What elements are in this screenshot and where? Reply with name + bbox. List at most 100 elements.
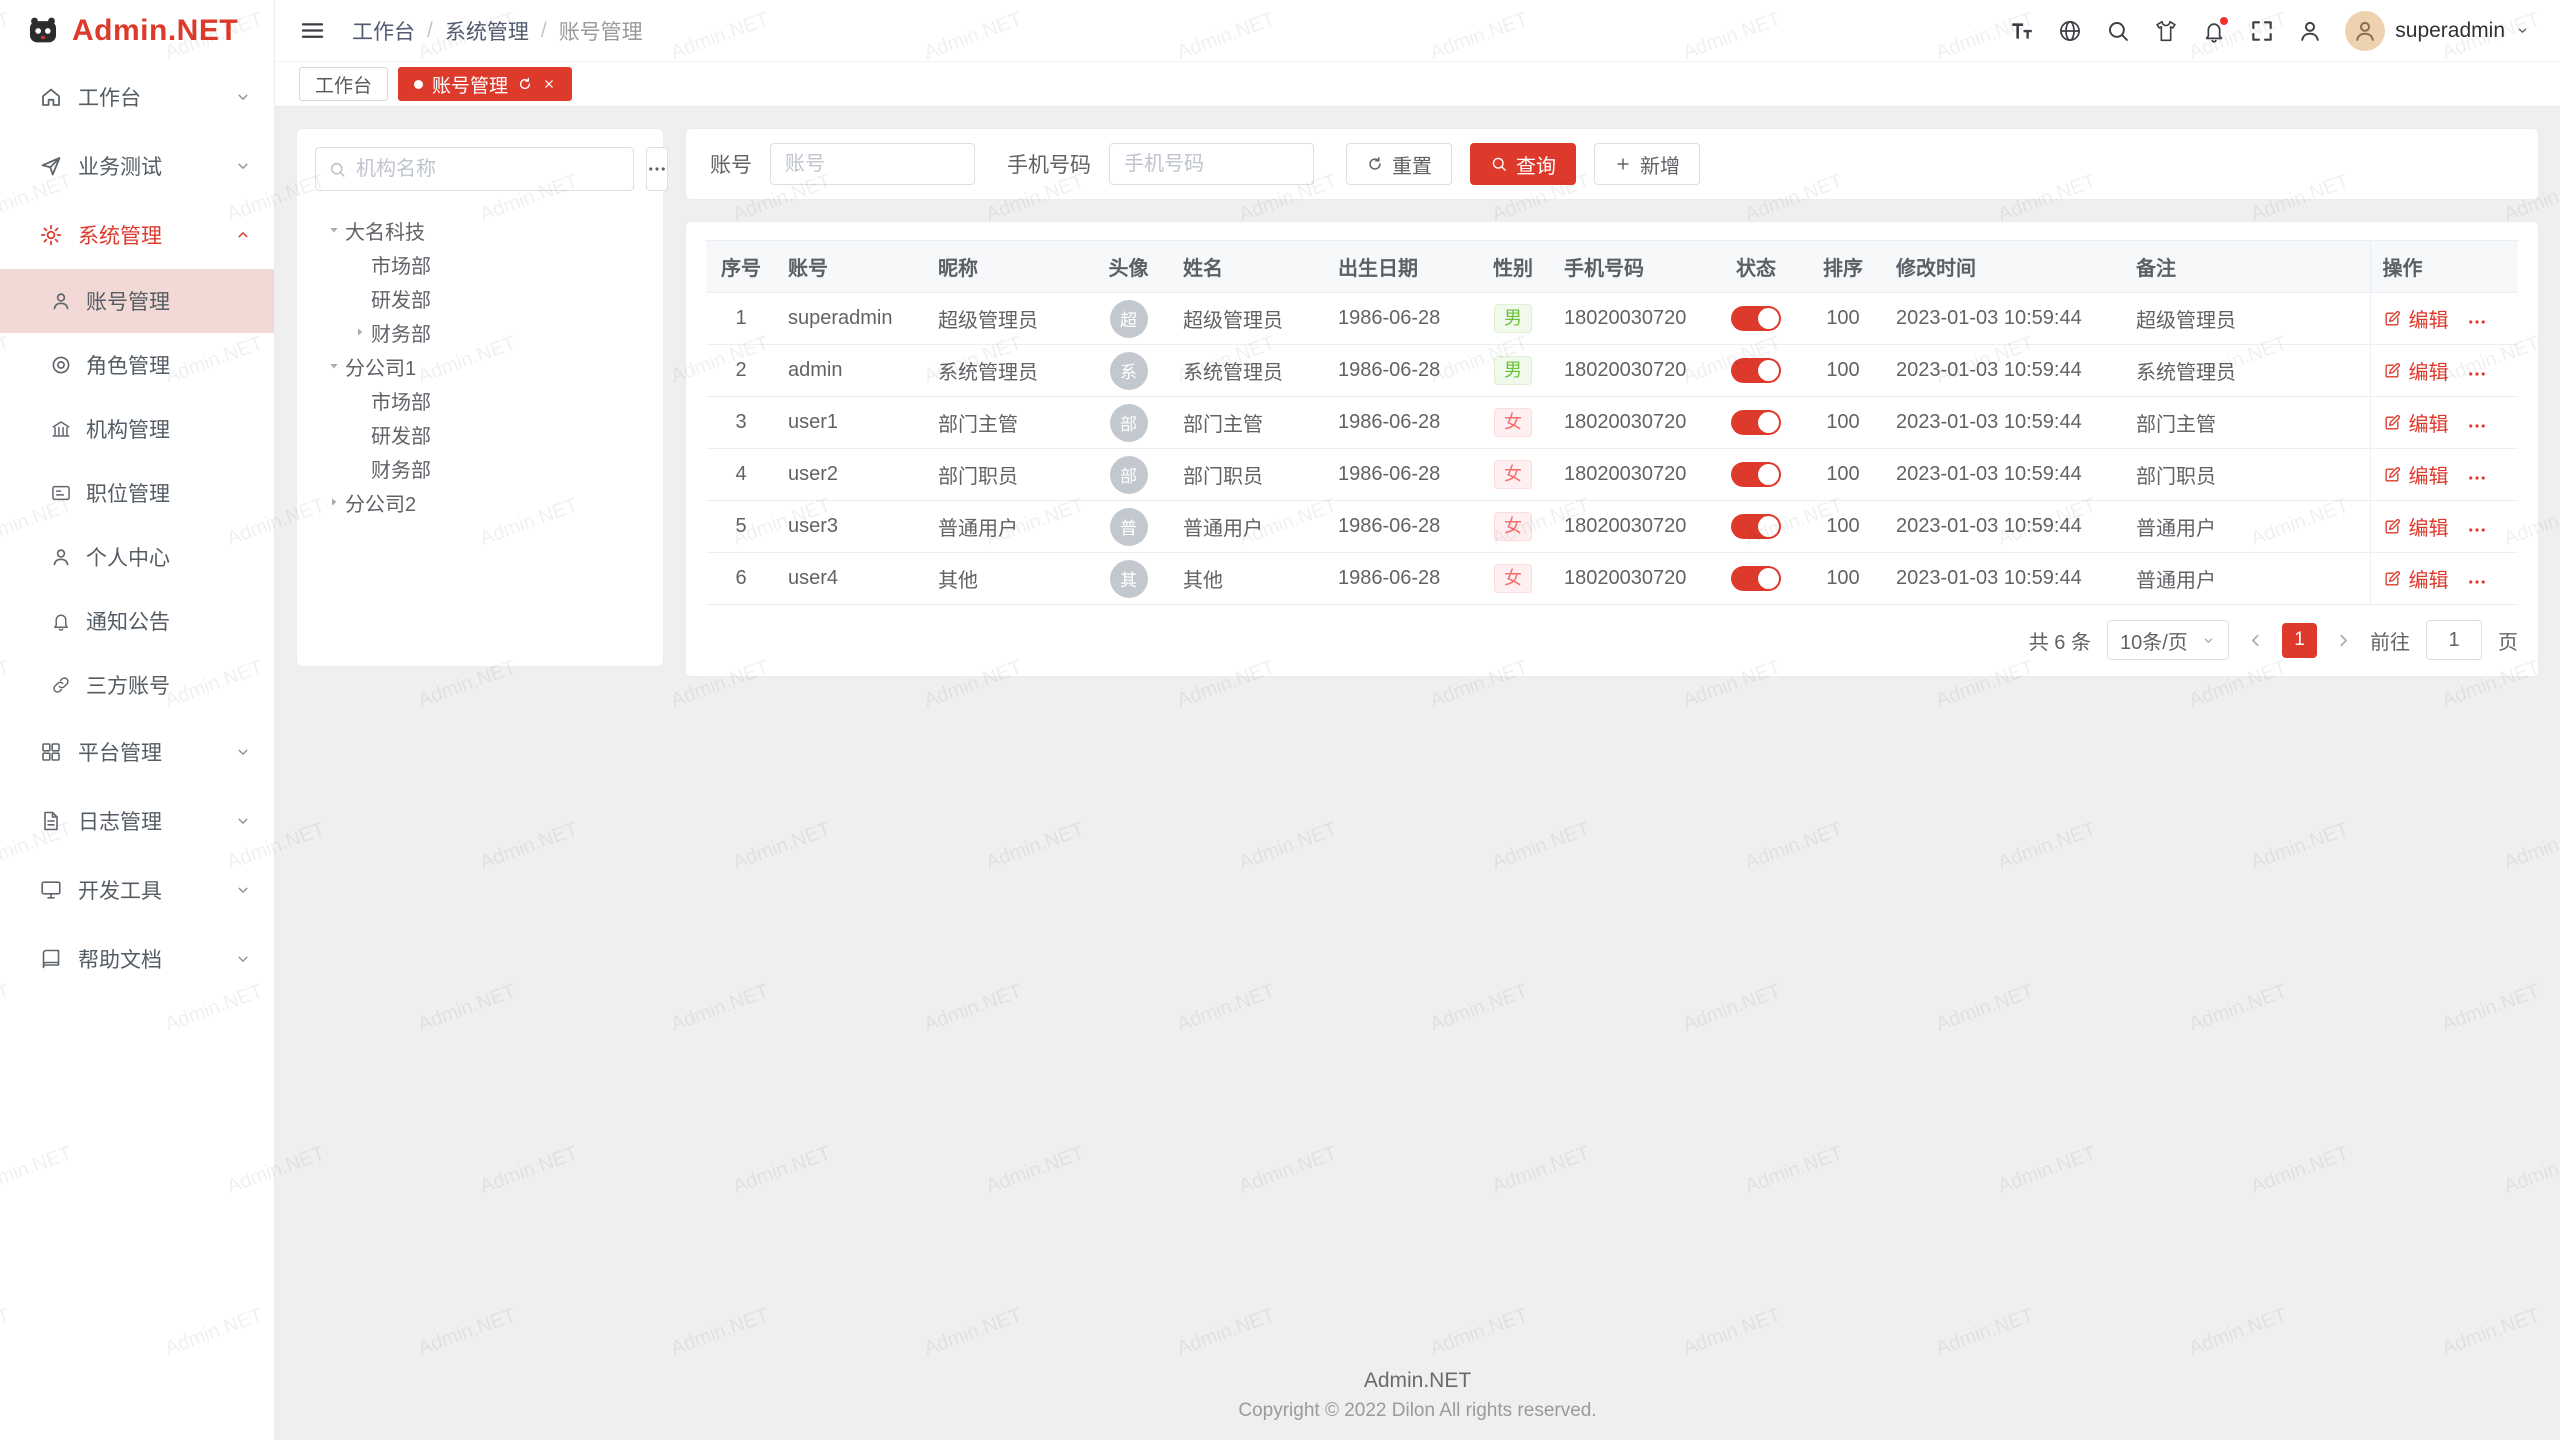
theme-icon[interactable] <box>2153 18 2179 44</box>
row-more-button[interactable] <box>2467 416 2487 436</box>
chevron-down-icon <box>234 157 252 175</box>
page-number-button[interactable]: 1 <box>2282 623 2317 658</box>
tab-workbench[interactable]: 工作台 <box>299 67 388 101</box>
sidebar-subitem[interactable]: 通知公告 <box>0 589 274 653</box>
sidebar-subitem[interactable]: 账号管理 <box>0 269 274 333</box>
sidebar-item[interactable]: 系统管理 <box>0 200 274 269</box>
page-size-select[interactable]: 10条/页 <box>2107 620 2229 660</box>
tree-node-label: 研发部 <box>371 420 431 449</box>
breadcrumb-item[interactable]: 系统管理 <box>445 16 529 46</box>
tree-node[interactable]: 财务部 <box>315 451 645 485</box>
edit-button[interactable]: 编辑 <box>2383 304 2449 333</box>
hamburger-icon[interactable] <box>299 17 326 44</box>
page-size-value: 10条/页 <box>2120 626 2188 655</box>
user-icon[interactable] <box>2297 18 2323 44</box>
tab-account-management[interactable]: 账号管理 <box>398 67 572 101</box>
row-more-button[interactable] <box>2467 312 2487 332</box>
sidebar-item-label: 系统管理 <box>78 220 234 250</box>
prev-page-button[interactable] <box>2245 630 2266 651</box>
status-toggle[interactable] <box>1731 358 1781 383</box>
sidebar-subitem[interactable]: 个人中心 <box>0 525 274 589</box>
table-row: 3 user1 部门主管 部 部门主管 1986-06-28 女 1802003… <box>706 397 2518 449</box>
row-more-button[interactable] <box>2467 364 2487 384</box>
reset-button[interactable]: 重置 <box>1346 143 1452 185</box>
sidebar-subitem[interactable]: 机构管理 <box>0 397 274 461</box>
tree-node[interactable]: 财务部 <box>315 315 645 349</box>
row-more-button[interactable] <box>2467 520 2487 540</box>
tree-node[interactable]: 市场部 <box>315 247 645 281</box>
sidebar-item[interactable]: 工作台 <box>0 62 274 131</box>
fullscreen-icon[interactable] <box>2249 18 2275 44</box>
cell-account: user1 <box>776 397 926 449</box>
sidebar-item[interactable]: 日志管理 <box>0 786 274 855</box>
edit-button[interactable]: 编辑 <box>2383 356 2449 385</box>
breadcrumb-item[interactable]: 账号管理 <box>559 16 643 46</box>
next-page-button[interactable] <box>2333 630 2354 651</box>
org-search-input[interactable] <box>356 158 621 181</box>
font-size-icon[interactable] <box>2009 18 2035 44</box>
language-icon[interactable] <box>2057 18 2083 44</box>
cell-order: 100 <box>1802 553 1884 605</box>
query-button[interactable]: 查询 <box>1470 143 1576 185</box>
notification-icon[interactable] <box>2201 18 2227 44</box>
refresh-icon[interactable] <box>517 76 533 92</box>
status-toggle[interactable] <box>1731 514 1781 539</box>
grid-icon <box>39 740 63 764</box>
sidebar-item-label: 开发工具 <box>78 875 234 905</box>
tree-node-label: 市场部 <box>371 250 431 279</box>
sidebar-item[interactable]: 开发工具 <box>0 855 274 924</box>
tree-node[interactable]: 分公司1 <box>315 349 645 383</box>
goto-page-input[interactable] <box>2426 620 2482 660</box>
user-menu[interactable]: superadmin <box>2345 11 2530 51</box>
close-icon[interactable] <box>542 77 556 91</box>
tree-more-button[interactable] <box>646 147 668 191</box>
chevron-down-icon <box>2515 23 2530 38</box>
cell-modified: 2023-01-03 10:59:44 <box>1884 501 2124 553</box>
edit-button[interactable]: 编辑 <box>2383 460 2449 489</box>
tree-node[interactable]: 研发部 <box>315 281 645 315</box>
table-row: 4 user2 部门职员 部 部门职员 1986-06-28 女 1802003… <box>706 449 2518 501</box>
cell-name: 部门主管 <box>1171 397 1326 449</box>
cell-account: user4 <box>776 553 926 605</box>
phone-input[interactable] <box>1109 143 1314 185</box>
sidebar-subitem[interactable]: 三方账号 <box>0 653 274 717</box>
refresh-icon <box>1366 155 1384 173</box>
edit-button[interactable]: 编辑 <box>2383 564 2449 593</box>
active-dot <box>414 80 423 89</box>
status-toggle[interactable] <box>1731 410 1781 435</box>
sidebar-item[interactable]: 帮助文档 <box>0 924 274 993</box>
tree-node[interactable]: 研发部 <box>315 417 645 451</box>
app-root: Admin.NET 工作台业务测试系统管理账号管理角色管理机构管理职位管理个人中… <box>0 0 2560 1440</box>
tree-caret-icon[interactable] <box>349 324 371 340</box>
breadcrumb-item[interactable]: 工作台 <box>352 16 415 46</box>
edit-button[interactable]: 编辑 <box>2383 408 2449 437</box>
total-count: 共 6 条 <box>2029 626 2091 655</box>
sidebar-item[interactable]: 平台管理 <box>0 717 274 786</box>
sidebar-item[interactable]: 业务测试 <box>0 131 274 200</box>
account-input[interactable] <box>770 143 975 185</box>
tree-caret-icon[interactable] <box>323 222 345 238</box>
row-more-button[interactable] <box>2467 572 2487 592</box>
sidebar-subitem[interactable]: 角色管理 <box>0 333 274 397</box>
tree-node[interactable]: 分公司2 <box>315 485 645 519</box>
search-icon[interactable] <box>2105 18 2131 44</box>
cell-birthdate: 1986-06-28 <box>1326 449 1474 501</box>
status-toggle[interactable] <box>1731 462 1781 487</box>
org-search <box>315 147 634 191</box>
tree-caret-icon[interactable] <box>323 358 345 374</box>
more-icon <box>647 159 667 179</box>
add-button[interactable]: 新增 <box>1594 143 1700 185</box>
tree-node[interactable]: 市场部 <box>315 383 645 417</box>
cell-modified: 2023-01-03 10:59:44 <box>1884 449 2124 501</box>
sidebar-subitem[interactable]: 职位管理 <box>0 461 274 525</box>
cell-account: superadmin <box>776 293 926 345</box>
chevron-up-icon <box>234 226 252 244</box>
status-toggle[interactable] <box>1731 566 1781 591</box>
tree-node[interactable]: 大名科技 <box>315 213 645 247</box>
footer: Admin.NET Copyright © 2022 Dilon All rig… <box>275 1357 2560 1440</box>
cell-actions: 编辑 <box>2370 449 2518 501</box>
tree-caret-icon[interactable] <box>323 494 345 510</box>
edit-button[interactable]: 编辑 <box>2383 512 2449 541</box>
status-toggle[interactable] <box>1731 306 1781 331</box>
row-more-button[interactable] <box>2467 468 2487 488</box>
